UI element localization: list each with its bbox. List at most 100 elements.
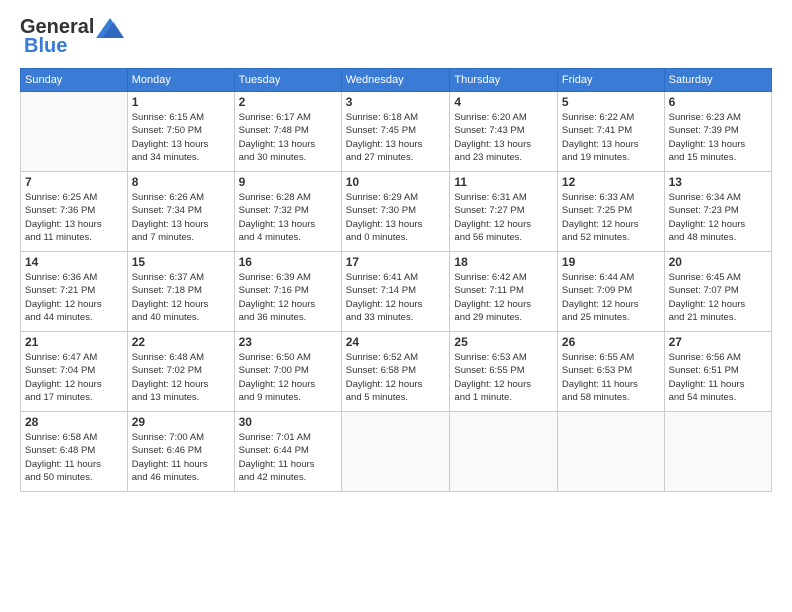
day-info: Sunrise: 6:56 AM Sunset: 6:51 PM Dayligh… [669,351,767,404]
day-number: 17 [346,255,446,269]
calendar-table: Sunday Monday Tuesday Wednesday Thursday… [20,68,772,492]
col-tuesday: Tuesday [234,69,341,92]
day-info: Sunrise: 7:00 AM Sunset: 6:46 PM Dayligh… [132,431,230,484]
day-info: Sunrise: 6:55 AM Sunset: 6:53 PM Dayligh… [562,351,660,404]
day-number: 12 [562,175,660,189]
calendar-week-row: 14 Sunrise: 6:36 AM Sunset: 7:21 PM Dayli… [21,252,772,332]
calendar-cell: 10 Sunrise: 6:29 AM Sunset: 7:30 PM Dayli… [341,172,450,252]
day-number: 22 [132,335,230,349]
day-info: Sunrise: 6:36 AM Sunset: 7:21 PM Dayligh… [25,271,123,324]
page-header: General Blue [20,16,772,58]
day-info: Sunrise: 6:58 AM Sunset: 6:48 PM Dayligh… [25,431,123,484]
calendar-cell: 19Sunrise: 6:44 AM Sunset: 7:09 PM Dayli… [557,252,664,332]
calendar-cell: 28 Sunrise: 6:58 AM Sunset: 6:48 PM Dayli… [21,412,128,492]
day-info: Sunrise: 6:28 AM Sunset: 7:32 PM Dayligh… [239,191,337,244]
day-number: 7 [25,175,123,189]
calendar-week-row: 7 Sunrise: 6:25 AM Sunset: 7:36 PM Daylig… [21,172,772,252]
day-number: 2 [239,95,337,109]
day-info: Sunrise: 6:31 AM Sunset: 7:27 PM Dayligh… [454,191,553,244]
day-info: Sunrise: 6:42 AM Sunset: 7:11 PM Dayligh… [454,271,553,324]
day-info: Sunrise: 6:23 AM Sunset: 7:39 PM Dayligh… [669,111,767,164]
calendar-cell [450,412,558,492]
calendar-cell [557,412,664,492]
day-info: Sunrise: 6:22 AM Sunset: 7:41 PM Dayligh… [562,111,660,164]
calendar-cell [21,92,128,172]
logo-icon [96,18,124,38]
day-info: Sunrise: 6:41 AM Sunset: 7:14 PM Dayligh… [346,271,446,324]
col-saturday: Saturday [664,69,771,92]
day-number: 5 [562,95,660,109]
calendar-cell: 2 Sunrise: 6:17 AM Sunset: 7:48 PM Daylig… [234,92,341,172]
col-wednesday: Wednesday [341,69,450,92]
day-number: 26 [562,335,660,349]
calendar-cell: 30 Sunrise: 7:01 AM Sunset: 6:44 PM Dayli… [234,412,341,492]
calendar-cell: 14 Sunrise: 6:36 AM Sunset: 7:21 PM Dayli… [21,252,128,332]
calendar-cell: 26 Sunrise: 6:55 AM Sunset: 6:53 PM Dayli… [557,332,664,412]
calendar-cell [664,412,771,492]
day-number: 19 [562,255,660,269]
day-number: 27 [669,335,767,349]
calendar-cell: 21Sunrise: 6:47 AM Sunset: 7:04 PM Dayli… [21,332,128,412]
day-number: 10 [346,175,446,189]
day-number: 28 [25,415,123,429]
day-info: Sunrise: 6:48 AM Sunset: 7:02 PM Dayligh… [132,351,230,404]
calendar-cell: 20 Sunrise: 6:45 AM Sunset: 7:07 PM Dayli… [664,252,771,332]
calendar-week-row: 28 Sunrise: 6:58 AM Sunset: 6:48 PM Dayli… [21,412,772,492]
logo-blue: Blue [24,35,67,58]
day-number: 4 [454,95,553,109]
day-info: Sunrise: 6:53 AM Sunset: 6:55 PM Dayligh… [454,351,553,404]
day-info: Sunrise: 6:52 AM Sunset: 6:58 PM Dayligh… [346,351,446,404]
day-number: 16 [239,255,337,269]
calendar-cell: 4Sunrise: 6:20 AM Sunset: 7:43 PM Daylig… [450,92,558,172]
logo: General Blue [20,16,124,58]
calendar-cell: 13 Sunrise: 6:34 AM Sunset: 7:23 PM Dayli… [664,172,771,252]
day-info: Sunrise: 6:29 AM Sunset: 7:30 PM Dayligh… [346,191,446,244]
day-number: 8 [132,175,230,189]
day-info: Sunrise: 6:34 AM Sunset: 7:23 PM Dayligh… [669,191,767,244]
calendar-cell: 3 Sunrise: 6:18 AM Sunset: 7:45 PM Daylig… [341,92,450,172]
day-info: Sunrise: 6:45 AM Sunset: 7:07 PM Dayligh… [669,271,767,324]
day-number: 21 [25,335,123,349]
calendar-cell: 12Sunrise: 6:33 AM Sunset: 7:25 PM Dayli… [557,172,664,252]
calendar-week-row: 1Sunrise: 6:15 AM Sunset: 7:50 PM Daylig… [21,92,772,172]
day-info: Sunrise: 7:01 AM Sunset: 6:44 PM Dayligh… [239,431,337,484]
calendar-cell: 27 Sunrise: 6:56 AM Sunset: 6:51 PM Dayli… [664,332,771,412]
calendar-cell: 25 Sunrise: 6:53 AM Sunset: 6:55 PM Dayli… [450,332,558,412]
day-number: 18 [454,255,553,269]
col-sunday: Sunday [21,69,128,92]
calendar-cell: 18 Sunrise: 6:42 AM Sunset: 7:11 PM Dayli… [450,252,558,332]
day-info: Sunrise: 6:18 AM Sunset: 7:45 PM Dayligh… [346,111,446,164]
day-number: 14 [25,255,123,269]
day-number: 6 [669,95,767,109]
calendar-cell: 6 Sunrise: 6:23 AM Sunset: 7:39 PM Daylig… [664,92,771,172]
calendar-cell: 22 Sunrise: 6:48 AM Sunset: 7:02 PM Dayli… [127,332,234,412]
day-info: Sunrise: 6:39 AM Sunset: 7:16 PM Dayligh… [239,271,337,324]
calendar-cell: 15Sunrise: 6:37 AM Sunset: 7:18 PM Dayli… [127,252,234,332]
day-number: 30 [239,415,337,429]
calendar-cell: 5 Sunrise: 6:22 AM Sunset: 7:41 PM Daylig… [557,92,664,172]
day-info: Sunrise: 6:37 AM Sunset: 7:18 PM Dayligh… [132,271,230,324]
day-info: Sunrise: 6:50 AM Sunset: 7:00 PM Dayligh… [239,351,337,404]
calendar-cell: 11 Sunrise: 6:31 AM Sunset: 7:27 PM Dayli… [450,172,558,252]
calendar-cell: 7 Sunrise: 6:25 AM Sunset: 7:36 PM Daylig… [21,172,128,252]
calendar-cell: 9 Sunrise: 6:28 AM Sunset: 7:32 PM Daylig… [234,172,341,252]
col-friday: Friday [557,69,664,92]
day-info: Sunrise: 6:17 AM Sunset: 7:48 PM Dayligh… [239,111,337,164]
calendar-cell: 29 Sunrise: 7:00 AM Sunset: 6:46 PM Dayli… [127,412,234,492]
calendar-cell: 1Sunrise: 6:15 AM Sunset: 7:50 PM Daylig… [127,92,234,172]
day-info: Sunrise: 6:25 AM Sunset: 7:36 PM Dayligh… [25,191,123,244]
calendar-cell: 8Sunrise: 6:26 AM Sunset: 7:34 PM Daylig… [127,172,234,252]
calendar-header-row: Sunday Monday Tuesday Wednesday Thursday… [21,69,772,92]
day-number: 3 [346,95,446,109]
day-number: 29 [132,415,230,429]
calendar-cell: 17 Sunrise: 6:41 AM Sunset: 7:14 PM Dayli… [341,252,450,332]
calendar-week-row: 21Sunrise: 6:47 AM Sunset: 7:04 PM Dayli… [21,332,772,412]
day-number: 1 [132,95,230,109]
calendar-cell: 16 Sunrise: 6:39 AM Sunset: 7:16 PM Dayli… [234,252,341,332]
day-number: 25 [454,335,553,349]
day-number: 13 [669,175,767,189]
day-number: 9 [239,175,337,189]
day-number: 11 [454,175,553,189]
day-number: 20 [669,255,767,269]
day-number: 23 [239,335,337,349]
